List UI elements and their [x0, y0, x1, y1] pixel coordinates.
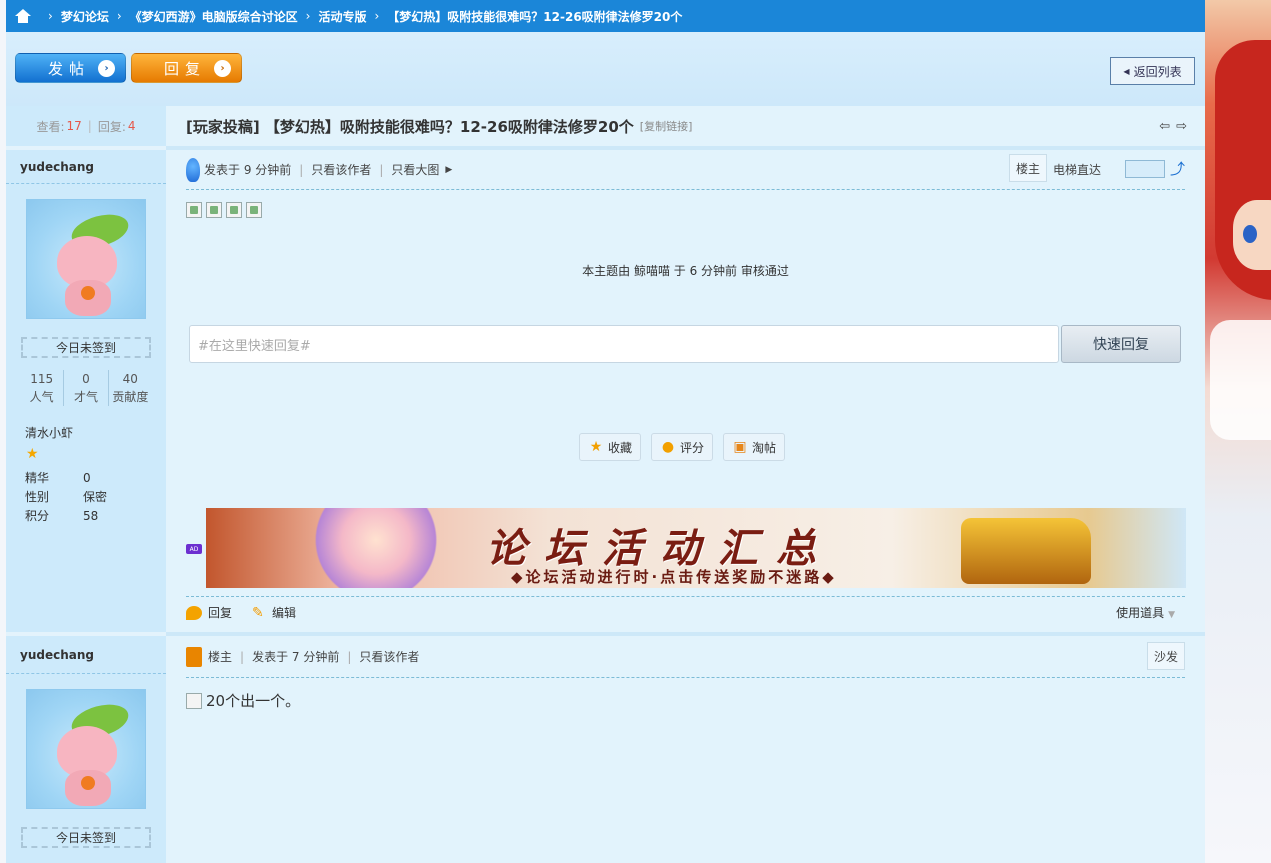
prev-next-thread: ⇦⇨	[1159, 119, 1193, 134]
ad-tag: AD	[186, 544, 202, 554]
breadcrumb-forum[interactable]: 梦幻论坛	[61, 8, 109, 25]
new-post-button[interactable]: 发帖 ›	[15, 53, 126, 83]
post-footer: 回复 ✎ 编辑 使用道具 ▼	[186, 596, 1185, 628]
views-count: 17	[66, 119, 82, 133]
back-to-list-label: 返回列表	[1133, 64, 1182, 79]
copy-link[interactable]: [复制链接]	[640, 118, 693, 134]
banner-subtitle: ◆论坛活动进行时·点击传送奖励不迷路◆	[511, 568, 837, 586]
post-info-bar: 楼主 | 发表于 7 分钟前 | 只看该作者 沙发	[186, 636, 1185, 678]
replies-label: 回复:	[97, 119, 126, 134]
contribution-count[interactable]: 40 贡献度	[109, 370, 152, 406]
views-label: 查看:	[36, 119, 65, 134]
elevator-label: 电梯直达	[1052, 163, 1101, 177]
avatar[interactable]	[26, 199, 146, 319]
reply-link[interactable]: 回复	[208, 604, 232, 621]
post-content: 20个出一个。	[186, 690, 1205, 711]
chevron-right-icon: ›	[374, 9, 380, 23]
online-status-icon	[186, 157, 200, 182]
reply-post: 楼主 | 发表于 7 分钟前 | 只看该作者 沙发 20个出一个。	[166, 632, 1205, 863]
use-props-menu[interactable]: 使用道具 ▼	[1116, 604, 1175, 621]
user-info: 精华 0 性别 保密 积分 58	[25, 471, 108, 523]
quick-reply: #在这里快速回复# 快速回复	[186, 321, 1184, 367]
host-badge-icon	[186, 646, 202, 667]
only-author-link[interactable]: 只看该作者	[359, 648, 419, 665]
breadcrumb-board[interactable]: 《梦幻西游》电脑版综合讨论区	[130, 8, 298, 25]
caret-right-icon[interactable]: ▶	[445, 165, 452, 175]
edit-link[interactable]: 编辑	[272, 604, 296, 621]
caret-left-icon: ◀	[1123, 66, 1130, 76]
arrow-circle-icon: ›	[214, 60, 231, 77]
side-decoration-art	[1205, 0, 1271, 863]
post-info-bar: 发表于 9 分钟前 | 只看该作者 | 只看大图 ▶ 楼主 电梯直达 ⤴	[186, 150, 1185, 190]
signin-status: 今日未签到	[21, 827, 151, 848]
breadcrumb-thread[interactable]: 【梦幻热】吸附技能很难吗？12-26吸附律法修罗20个	[387, 8, 682, 25]
breadcrumb: › 梦幻论坛 › 《梦幻西游》电脑版综合讨论区 › 活动专版 › 【梦幻热】吸附…	[6, 0, 1205, 32]
rate-button[interactable]: ● 评分	[651, 433, 714, 461]
favorite-button[interactable]: ★ 收藏	[579, 433, 642, 461]
broken-image[interactable]	[186, 692, 202, 709]
arrow-circle-icon: ›	[98, 60, 115, 77]
audit-notice: 本主题由 鲸喵喵 于 6 分钟前 审核通过	[582, 264, 789, 278]
home-icon[interactable]	[14, 9, 32, 23]
thread-actions: 发帖 › 回复 › ◀ 返回列表	[6, 32, 1205, 106]
user-counts: 115 人气 0 才气 40 贡献度	[20, 370, 152, 406]
only-big-images-link[interactable]: 只看大图	[391, 161, 439, 178]
post-time: 发表于 9 分钟前	[204, 163, 292, 177]
forum-page: › 梦幻论坛 › 《梦幻西游》电脑版综合讨论区 › 活动专版 › 【梦幻热】吸附…	[6, 0, 1205, 863]
ad-banner: AD 论坛活动汇总 ◆论坛活动进行时·点击传送奖励不迷路◆	[186, 508, 1186, 588]
thread-main: [玩家投稿] 【梦幻热】吸附技能很难吗？12-26吸附律法修罗20个 [复制链接…	[166, 106, 1205, 863]
author-sidebar: 查看: 17 | 回复: 4 yudechang 今日未签到 115 人气 0 才气…	[6, 106, 166, 863]
replies-count: 4	[127, 119, 136, 133]
thread-stats: 查看: 17 | 回复: 4	[36, 119, 136, 134]
floor-label[interactable]: 沙发	[1147, 642, 1185, 670]
popularity-count[interactable]: 115 人气	[20, 370, 65, 406]
broken-image[interactable]	[246, 202, 262, 218]
only-author-link[interactable]: 只看该作者	[311, 161, 371, 178]
reply-label: 回复	[164, 59, 207, 78]
prev-thread-icon[interactable]: ⇦	[1159, 119, 1176, 134]
new-post-label: 发帖	[48, 59, 91, 78]
collect-button[interactable]: ▣ 淘帖	[723, 433, 786, 461]
post-time: 发表于 7 分钟前	[252, 650, 340, 664]
reply-author-panel: yudechang 今日未签到	[6, 632, 166, 863]
thread-title: [玩家投稿] 【梦幻热】吸附技能很难吗？12-26吸附律法修罗20个	[186, 117, 634, 136]
signin-status: 今日未签到	[21, 337, 151, 358]
thread-header: [玩家投稿] 【梦幻热】吸附技能很难吗？12-26吸附律法修罗20个 [复制链接…	[166, 106, 1205, 146]
pencil-icon: ✎	[252, 604, 264, 621]
reply-icon	[186, 605, 202, 620]
back-to-list-button[interactable]: ◀ 返回列表	[1110, 57, 1195, 85]
quick-reply-input[interactable]: #在这里快速回复#	[189, 325, 1059, 363]
caret-down-icon: ▼	[1168, 610, 1175, 620]
post-tools: ★ 收藏 ● 评分 ▣ 淘帖	[579, 433, 786, 461]
collect-icon: ▣	[733, 439, 747, 455]
rate-icon: ●	[661, 439, 675, 455]
forum-events-banner[interactable]: 论坛活动汇总 ◆论坛活动进行时·点击传送奖励不迷路◆	[206, 508, 1186, 588]
author-name[interactable]: yudechang	[6, 146, 166, 184]
post-text: 20个出一个。	[206, 692, 301, 710]
broken-image[interactable]	[186, 202, 202, 218]
host-tag: 楼主	[208, 650, 233, 664]
chevron-right-icon: ›	[48, 9, 53, 23]
next-thread-icon[interactable]: ⇨	[1176, 119, 1193, 134]
talent-count[interactable]: 0 才气	[64, 370, 109, 406]
reply-button[interactable]: 回复 ›	[131, 53, 242, 83]
post-images	[186, 202, 1205, 218]
star-icon: ★	[26, 446, 39, 462]
elevator-input[interactable]	[1125, 160, 1165, 178]
author-name[interactable]: yudechang	[6, 636, 166, 674]
quick-reply-button[interactable]: 快速回复	[1061, 325, 1181, 363]
broken-image[interactable]	[226, 202, 242, 218]
first-post: 发表于 9 分钟前 | 只看该作者 | 只看大图 ▶ 楼主 电梯直达 ⤴ 本主题…	[166, 146, 1205, 632]
chevron-right-icon: ›	[305, 9, 311, 23]
user-group[interactable]: 清水小虾	[25, 424, 166, 441]
broken-image[interactable]	[206, 202, 222, 218]
avatar[interactable]	[26, 689, 146, 809]
floor-label[interactable]: 楼主	[1009, 154, 1047, 182]
breadcrumb-section[interactable]: 活动专版	[318, 8, 366, 25]
star-icon: ★	[589, 439, 603, 455]
jump-icon[interactable]: ⤴	[1170, 158, 1185, 179]
chevron-right-icon: ›	[116, 9, 122, 23]
